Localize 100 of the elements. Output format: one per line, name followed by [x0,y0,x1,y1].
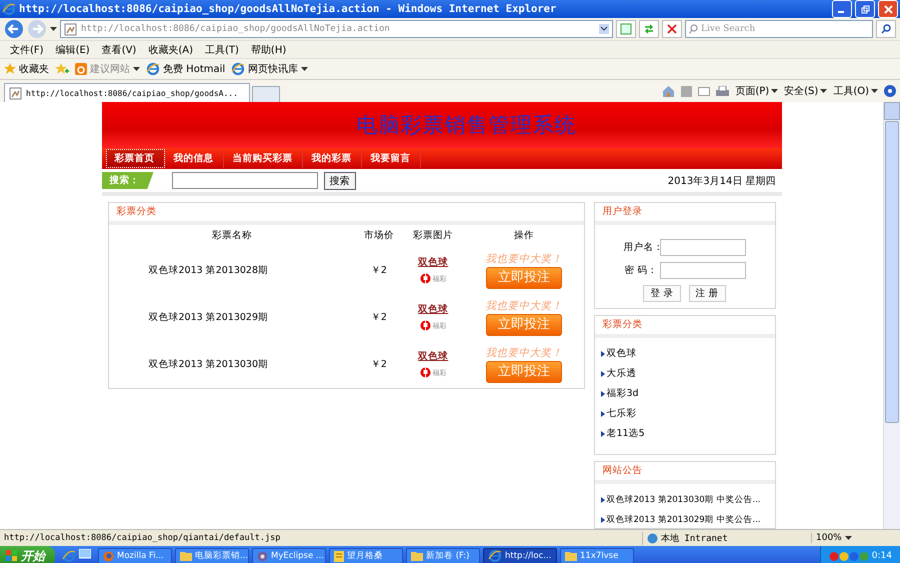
search-icon [689,24,698,34]
bullet-icon [600,496,604,503]
column-header: 彩票名称 [211,229,254,244]
command-menu[interactable]: 安全(S) [784,84,828,98]
taskbar-button[interactable]: 新加卷 (F:) [406,548,480,563]
note-icon [334,550,344,562]
bullet-icon [600,390,604,397]
notice-link[interactable]: 双色球2013 第2013030期 中奖公告... [606,494,760,506]
slogan: 我也要中大奖！ [485,298,562,313]
caret-icon [844,536,852,540]
compat-button[interactable] [616,20,636,38]
close-icon [667,24,677,34]
category-link[interactable]: 七乐彩 [606,407,636,420]
lottery-logo-icon [420,320,431,332]
panel-title: 用户登录 [602,205,642,218]
password-input[interactable] [660,262,746,279]
nav-link[interactable]: 彩票首页 [106,148,164,168]
zoom-control[interactable]: 100% [811,533,896,543]
username-input[interactable] [660,238,746,256]
menu-item[interactable]: 编辑(E) [50,42,96,56]
nav-link[interactable]: 当前购买彩票 [224,148,302,168]
stop-button[interactable] [662,20,682,38]
command-menu[interactable]: 工具(O) [833,84,878,98]
lottery-link[interactable]: 双色球 [418,303,448,316]
lottery-link[interactable]: 双色球 [418,350,448,364]
tray-icon[interactable] [828,550,869,562]
search-input[interactable] [172,172,318,190]
category-link[interactable]: 老11选5 [606,427,645,440]
caret-icon [771,88,778,94]
search-button[interactable]: 搜索 [324,172,356,190]
add-favorite-icon[interactable] [55,63,69,75]
caret-icon [50,26,57,32]
dropdown-icon[interactable] [599,24,609,34]
new-tab-button[interactable] [252,86,280,102]
close-button[interactable] [878,0,898,18]
caret-icon [871,88,878,94]
clock: 0:14 [872,551,892,561]
refresh-icon [643,23,655,35]
browser-icon[interactable] [62,549,76,563]
menu-item[interactable]: 文件(F) [4,42,50,56]
column-header: 市场价 [362,229,395,244]
menu-item[interactable]: 查看(V) [96,42,142,56]
category-link[interactable]: 双色球 [606,347,636,360]
folder-icon [411,551,423,561]
refresh-button[interactable] [639,20,659,38]
login-button[interactable]: 注 册 [688,284,726,302]
folder-icon [180,551,192,561]
address-field[interactable]: http://localhost:8086/caipiao_shop/goodsAllNoTejia.action [60,20,613,38]
site-title: 电脑彩票销售管理系统 [356,112,576,139]
mail-icon[interactable] [698,86,710,96]
back-button[interactable] [4,19,24,39]
command-menu[interactable]: 页面(P) [735,84,778,98]
browser-tab[interactable]: http://localhost:8086/caipiao_shop/goodsA... [4,83,250,102]
lottery-name: 双色球2013 第2013030期 [148,358,270,372]
scrollbar[interactable] [883,102,900,529]
menu-item[interactable]: 帮助(H) [244,42,292,56]
taskbar-button[interactable]: 望月格桑 [329,548,403,563]
category-link[interactable]: 大乐透 [606,367,636,380]
search-button[interactable] [876,20,896,38]
windows-logo-icon [6,550,18,562]
favorites-link[interactable]: 网页快讯库 [231,62,308,76]
password-label: 密 码： [624,264,658,277]
panel-title: 彩票分类 [116,205,156,218]
taskbar-button[interactable]: 11x7lvse [560,548,634,563]
security-zone: 本地 Intranet [642,532,807,544]
column-header: 彩票图片 [412,229,454,244]
nav-link[interactable]: 我的彩票 [302,148,362,168]
nav-link[interactable]: 我要留言 [362,148,420,168]
lottery-logo-icon [420,273,431,284]
lottery-link[interactable]: 双色球 [418,256,448,270]
taskbar-button[interactable]: http://loc... [483,548,557,563]
search-icon [881,24,891,34]
category-link[interactable]: 福彩3d [606,387,639,400]
menu-item[interactable]: 工具(T) [199,42,245,56]
print-icon[interactable] [716,86,730,96]
desktop-icon[interactable] [79,549,91,561]
favorites-link[interactable]: 免费 Hotmail [146,62,226,76]
status-url: http://localhost:8086/caipiao_shop/qiantai/default.jsp [4,533,282,543]
lottery-name: 双色球2013 第2013028期 [148,264,270,278]
restore-button[interactable] [855,0,875,18]
app-icon [257,550,268,562]
nav-link[interactable]: 我的信息 [164,148,224,168]
slogan: 我也要中大奖！ [485,346,562,360]
caret-icon [820,88,828,94]
minimize-button[interactable] [832,0,852,18]
menu-item[interactable]: 收藏夹(A) [142,42,199,56]
bullet-icon [600,430,604,437]
date-text: 2013年3月14日 星期四 [668,174,776,188]
notice-link[interactable]: 双色球2013 第2013029期 中奖公告... [606,514,760,526]
taskbar-button[interactable]: MyEclipse ... [252,548,326,563]
bullet-icon [600,410,604,417]
price: ￥2 [370,264,388,278]
column-header: 操作 [512,229,535,244]
taskbar-button[interactable]: Mozilla Fi... [98,548,172,563]
home-icon[interactable] [662,85,676,97]
lottery-name: 双色球2013 第2013029期 [148,310,270,325]
price: ￥2 [370,358,388,372]
taskbar-button[interactable]: 电脑彩票销... [175,548,249,563]
login-button[interactable]: 登 录 [643,284,680,302]
favorites-button[interactable]: 收藏夹 [4,62,49,76]
